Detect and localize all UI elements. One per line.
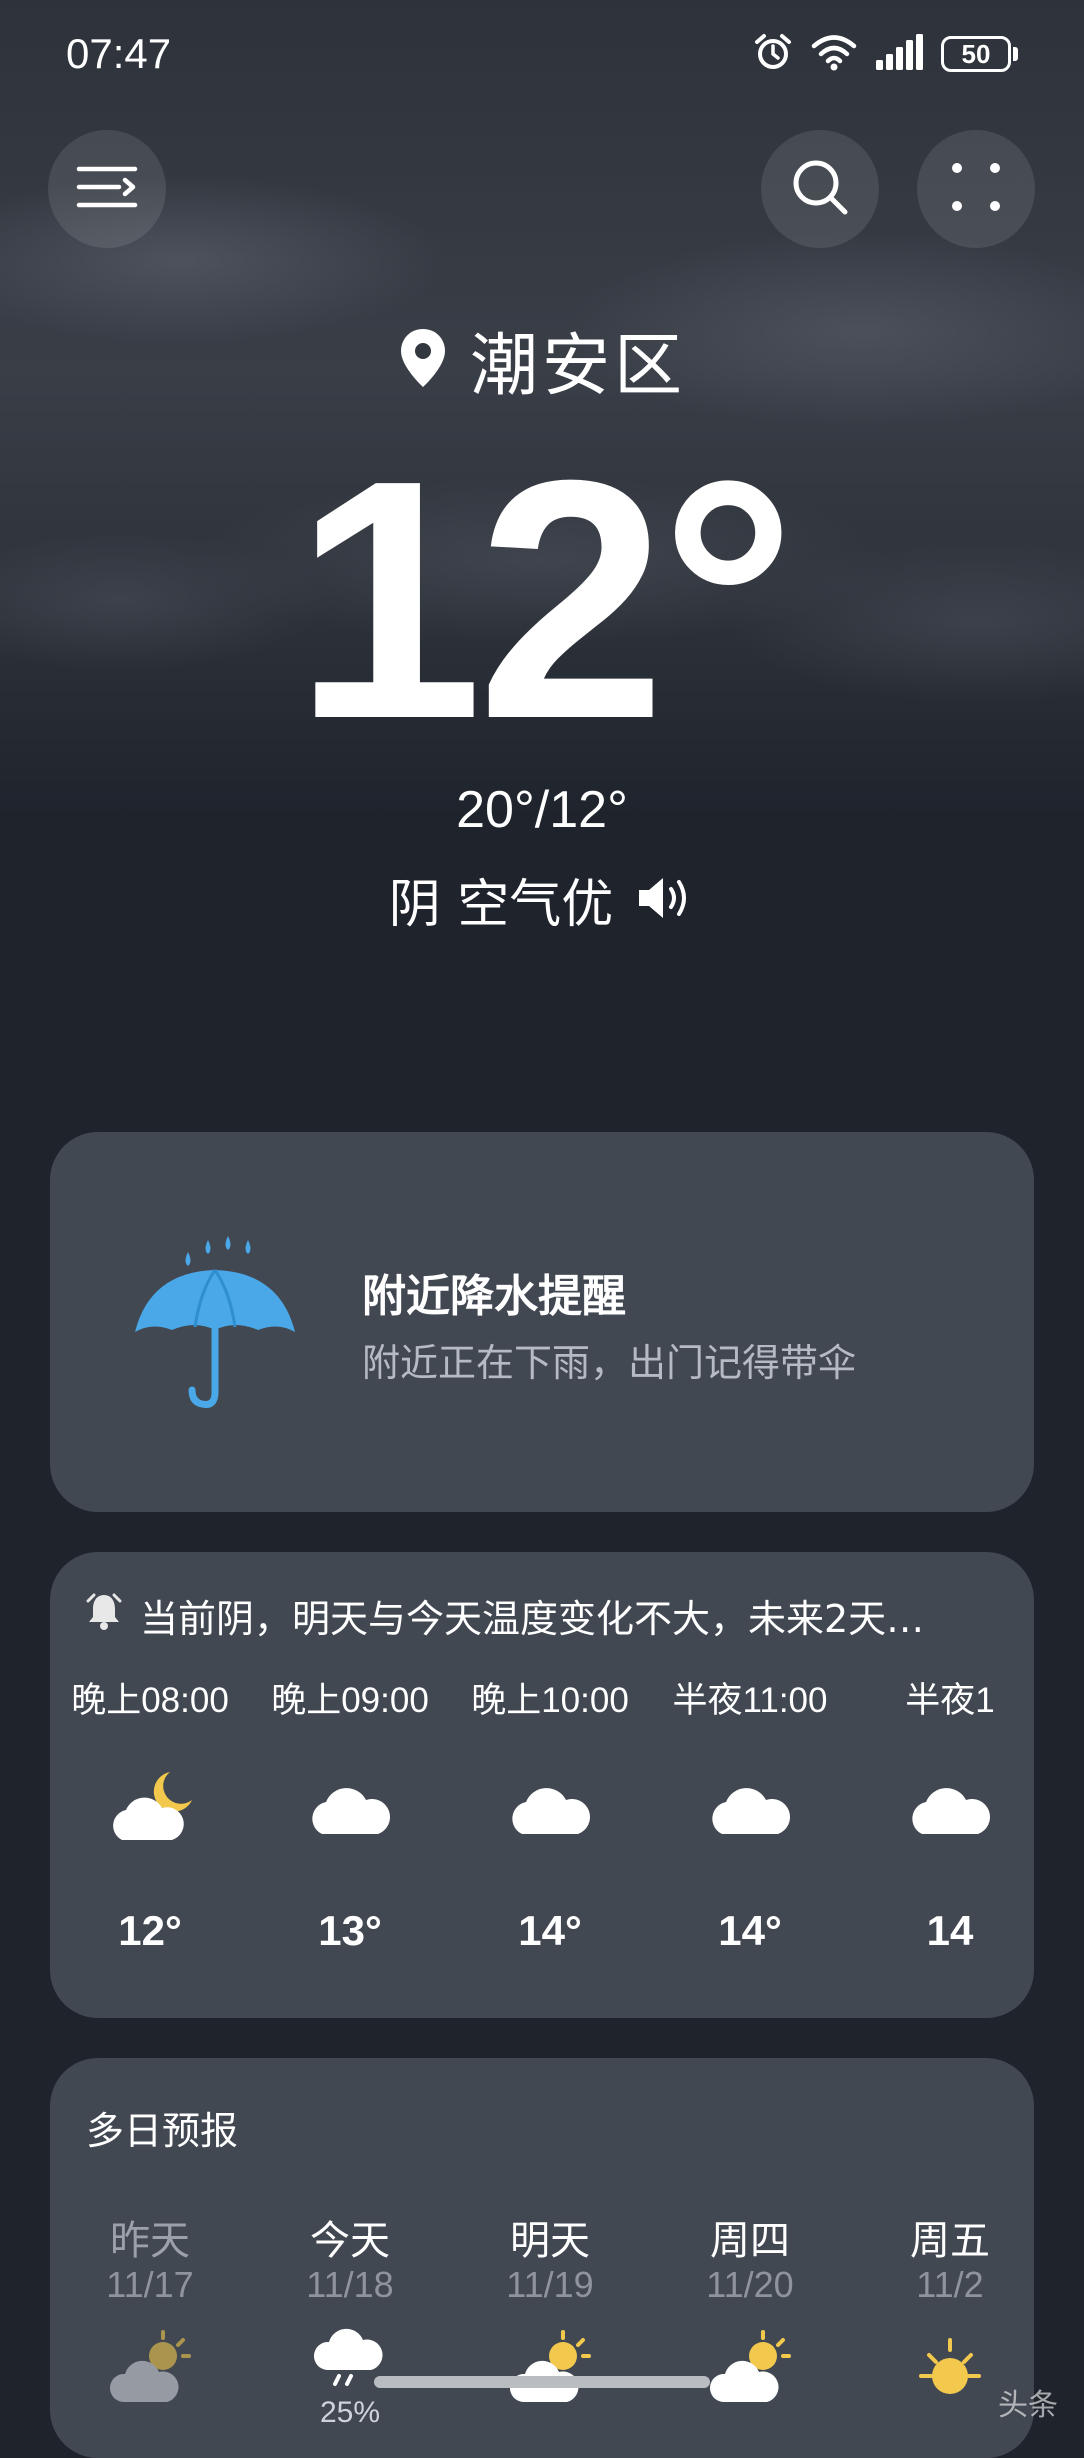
location-pin-icon: [398, 327, 448, 393]
more-button[interactable]: [917, 130, 1035, 248]
hourly-forecast-card[interactable]: 当前阴，明天与今天温度变化不大，未来2天… 晚上08:00 12° 晚上09:0…: [50, 1552, 1034, 2018]
condition-text: 阴 空气优: [388, 875, 614, 935]
precip-chance: 25%: [319, 2396, 381, 2429]
status-icons: 50: [753, 32, 1018, 76]
cloud-icon: [900, 1762, 1000, 1852]
speaker-icon[interactable]: [635, 873, 695, 927]
hour-label: 晚上09:00: [271, 1681, 429, 1720]
wifi-icon: [811, 33, 857, 75]
day-date: 11/18: [306, 2264, 394, 2305]
umbrella-rain-icon: [130, 1232, 300, 1416]
daily-list: 昨天 11/17 今天 11/18 25% 明天 11/19 周四 11/20 …: [50, 2208, 1000, 2458]
day-name: 今天: [310, 2218, 390, 2264]
cloud-rain-icon: [305, 2326, 395, 2406]
day-name: 周四: [710, 2218, 790, 2264]
hour-temperature: 13°: [318, 1907, 382, 1954]
alert-body: 附近正在下雨，出门记得带伞: [362, 1341, 857, 1385]
day-name: 明天: [510, 2218, 590, 2264]
multi-day-forecast-card[interactable]: 多日预报 昨天 11/17 今天 11/18 25% 明天 11/19 周四 1…: [50, 2058, 1034, 2458]
precipitation-alert-card[interactable]: 附近降水提醒 附近正在下雨，出门记得带伞: [50, 1132, 1034, 1512]
high-low-temperature: 20°/12°: [456, 781, 628, 839]
status-time: 07:47: [66, 30, 172, 77]
day-date: 11/2: [916, 2264, 984, 2305]
sun-icon: [905, 2326, 995, 2406]
alert-title: 附近降水提醒: [362, 1271, 626, 1322]
current-temperature: 12°: [293, 410, 796, 790]
day-name: 周五: [910, 2218, 990, 2264]
bell-icon: [86, 1591, 122, 1640]
sun-cloud-icon: [105, 2326, 195, 2406]
location-name: 潮安区: [469, 327, 686, 406]
hour-label: 半夜1: [905, 1681, 995, 1720]
alarm-icon: [753, 32, 793, 76]
location-header[interactable]: 潮安区: [0, 310, 1084, 409]
signal-icon: [875, 34, 923, 74]
home-indicator[interactable]: [374, 2376, 710, 2388]
day-date: 11/17: [106, 2264, 194, 2305]
sun-cloud-icon: [505, 2326, 595, 2406]
hour-label: 晚上08:00: [71, 1681, 229, 1720]
search-button[interactable]: [761, 130, 879, 248]
battery-level: 50: [941, 36, 1011, 72]
hour-temperature: 12°: [118, 1907, 182, 1954]
day-date: 11/20: [706, 2264, 794, 2305]
battery-icon: 50: [941, 36, 1018, 72]
sun-cloud-icon: [705, 2326, 795, 2406]
condition-row: 阴 空气优: [0, 862, 1084, 937]
day-name: 昨天: [110, 2218, 190, 2264]
more-dots-icon: [951, 162, 1001, 216]
daily-title: 多日预报: [86, 2109, 239, 2153]
forecast-summary: 当前阴，明天与今天温度变化不大，未来2天…: [86, 1588, 1026, 1643]
menu-icon: [75, 163, 139, 215]
cloud-icon: [700, 1762, 800, 1852]
watermark: 头条: [998, 2388, 1058, 2423]
hour-temperature: 14°: [518, 1907, 582, 1954]
status-bar: 07:47 50: [0, 0, 1084, 110]
hour-temperature: 14°: [718, 1907, 782, 1954]
hour-label: 半夜11:00: [672, 1681, 828, 1720]
cloud-icon: [500, 1762, 600, 1852]
hour-label: 晚上10:00: [471, 1681, 629, 1720]
hourly-list: 晚上08:00 12° 晚上09:00 13° 晚上10:00 14° 半夜11…: [50, 1672, 1000, 2012]
summary-text: 当前阴，明天与今天温度变化不大，未来2天…: [140, 1597, 925, 1641]
search-icon: [790, 157, 850, 221]
menu-button[interactable]: [48, 130, 166, 248]
cloud-icon: [300, 1762, 400, 1852]
hour-temperature: 14: [926, 1907, 974, 1954]
day-date: 11/19: [506, 2264, 594, 2305]
moon-cloud-icon: [100, 1762, 200, 1852]
